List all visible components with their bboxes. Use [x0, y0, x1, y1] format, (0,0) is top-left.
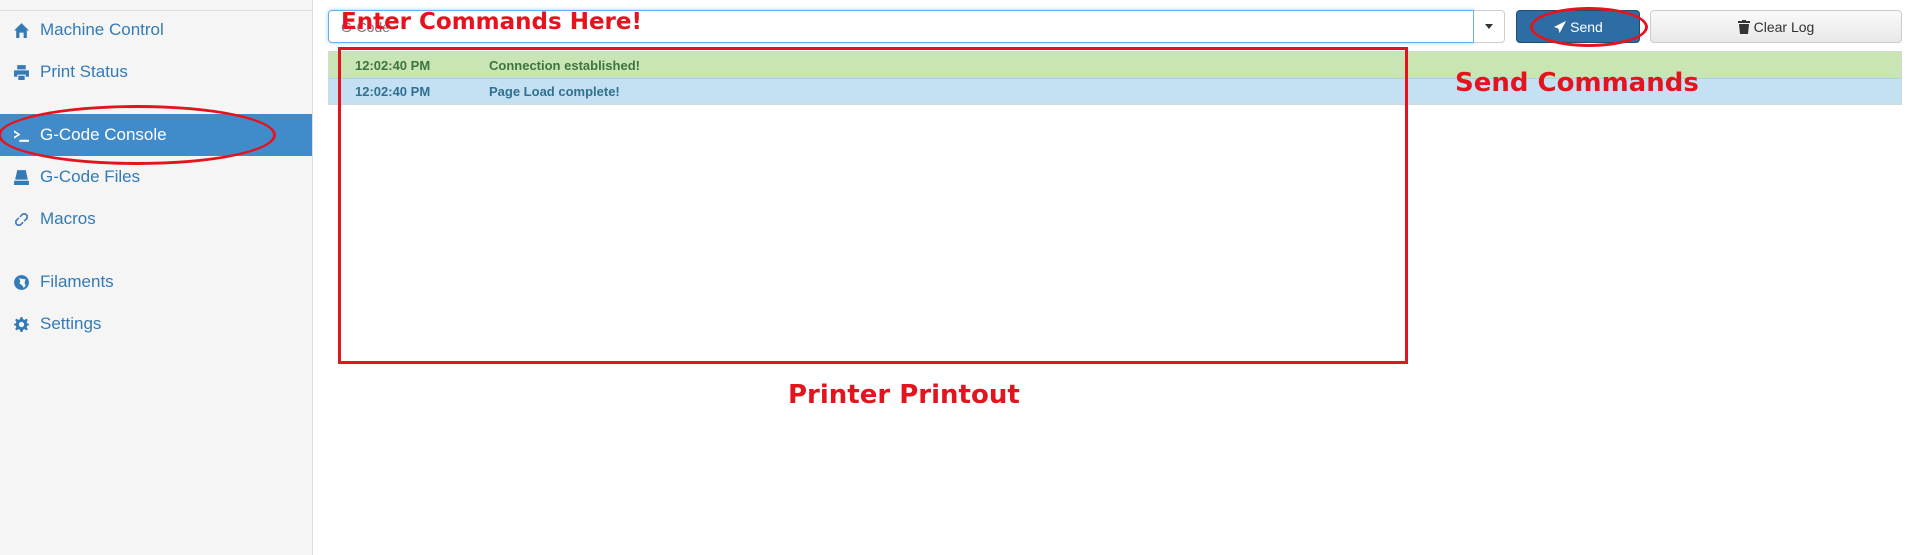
sidebar-item-label: Settings — [40, 314, 102, 333]
sidebar: Machine Control Print Status G-Code Cons… — [0, 0, 313, 555]
caret-down-icon — [1485, 24, 1493, 29]
link-icon — [12, 210, 30, 228]
sidebar-item-print-status[interactable]: Print Status — [0, 51, 312, 93]
sidebar-item-label: Filaments — [40, 272, 114, 291]
sidebar-item-label: Macros — [40, 209, 96, 228]
trash-icon — [1737, 19, 1750, 34]
hdd-icon — [12, 168, 30, 186]
clear-log-label: Clear Log — [1753, 18, 1815, 35]
sidebar-item-macros[interactable]: Macros — [0, 198, 312, 240]
sidebar-item-filaments[interactable]: Filaments — [0, 261, 312, 303]
globe-icon — [12, 273, 30, 291]
printer-icon — [12, 63, 30, 81]
annotation-console-ellipse — [0, 105, 276, 165]
annotation-send-commands: Send Commands — [1455, 68, 1699, 98]
annotation-printout-box — [338, 47, 1408, 364]
gear-icon — [12, 315, 30, 333]
sidebar-item-machine-control[interactable]: Machine Control — [0, 9, 312, 51]
home-icon — [12, 21, 30, 39]
sidebar-item-label: Print Status — [40, 62, 128, 81]
sidebar-item-label: Machine Control — [40, 20, 164, 39]
sidebar-item-settings[interactable]: Settings — [0, 303, 312, 345]
annotation-printer-printout: Printer Printout — [788, 380, 1020, 410]
sidebar-item-label: G-Code Files — [40, 167, 141, 186]
annotation-enter-commands: Enter Commands Here! — [341, 9, 642, 35]
annotation-send-ellipse — [1530, 7, 1648, 47]
command-history-dropdown[interactable] — [1474, 10, 1505, 43]
clear-log-button[interactable]: Clear Log — [1650, 10, 1902, 43]
